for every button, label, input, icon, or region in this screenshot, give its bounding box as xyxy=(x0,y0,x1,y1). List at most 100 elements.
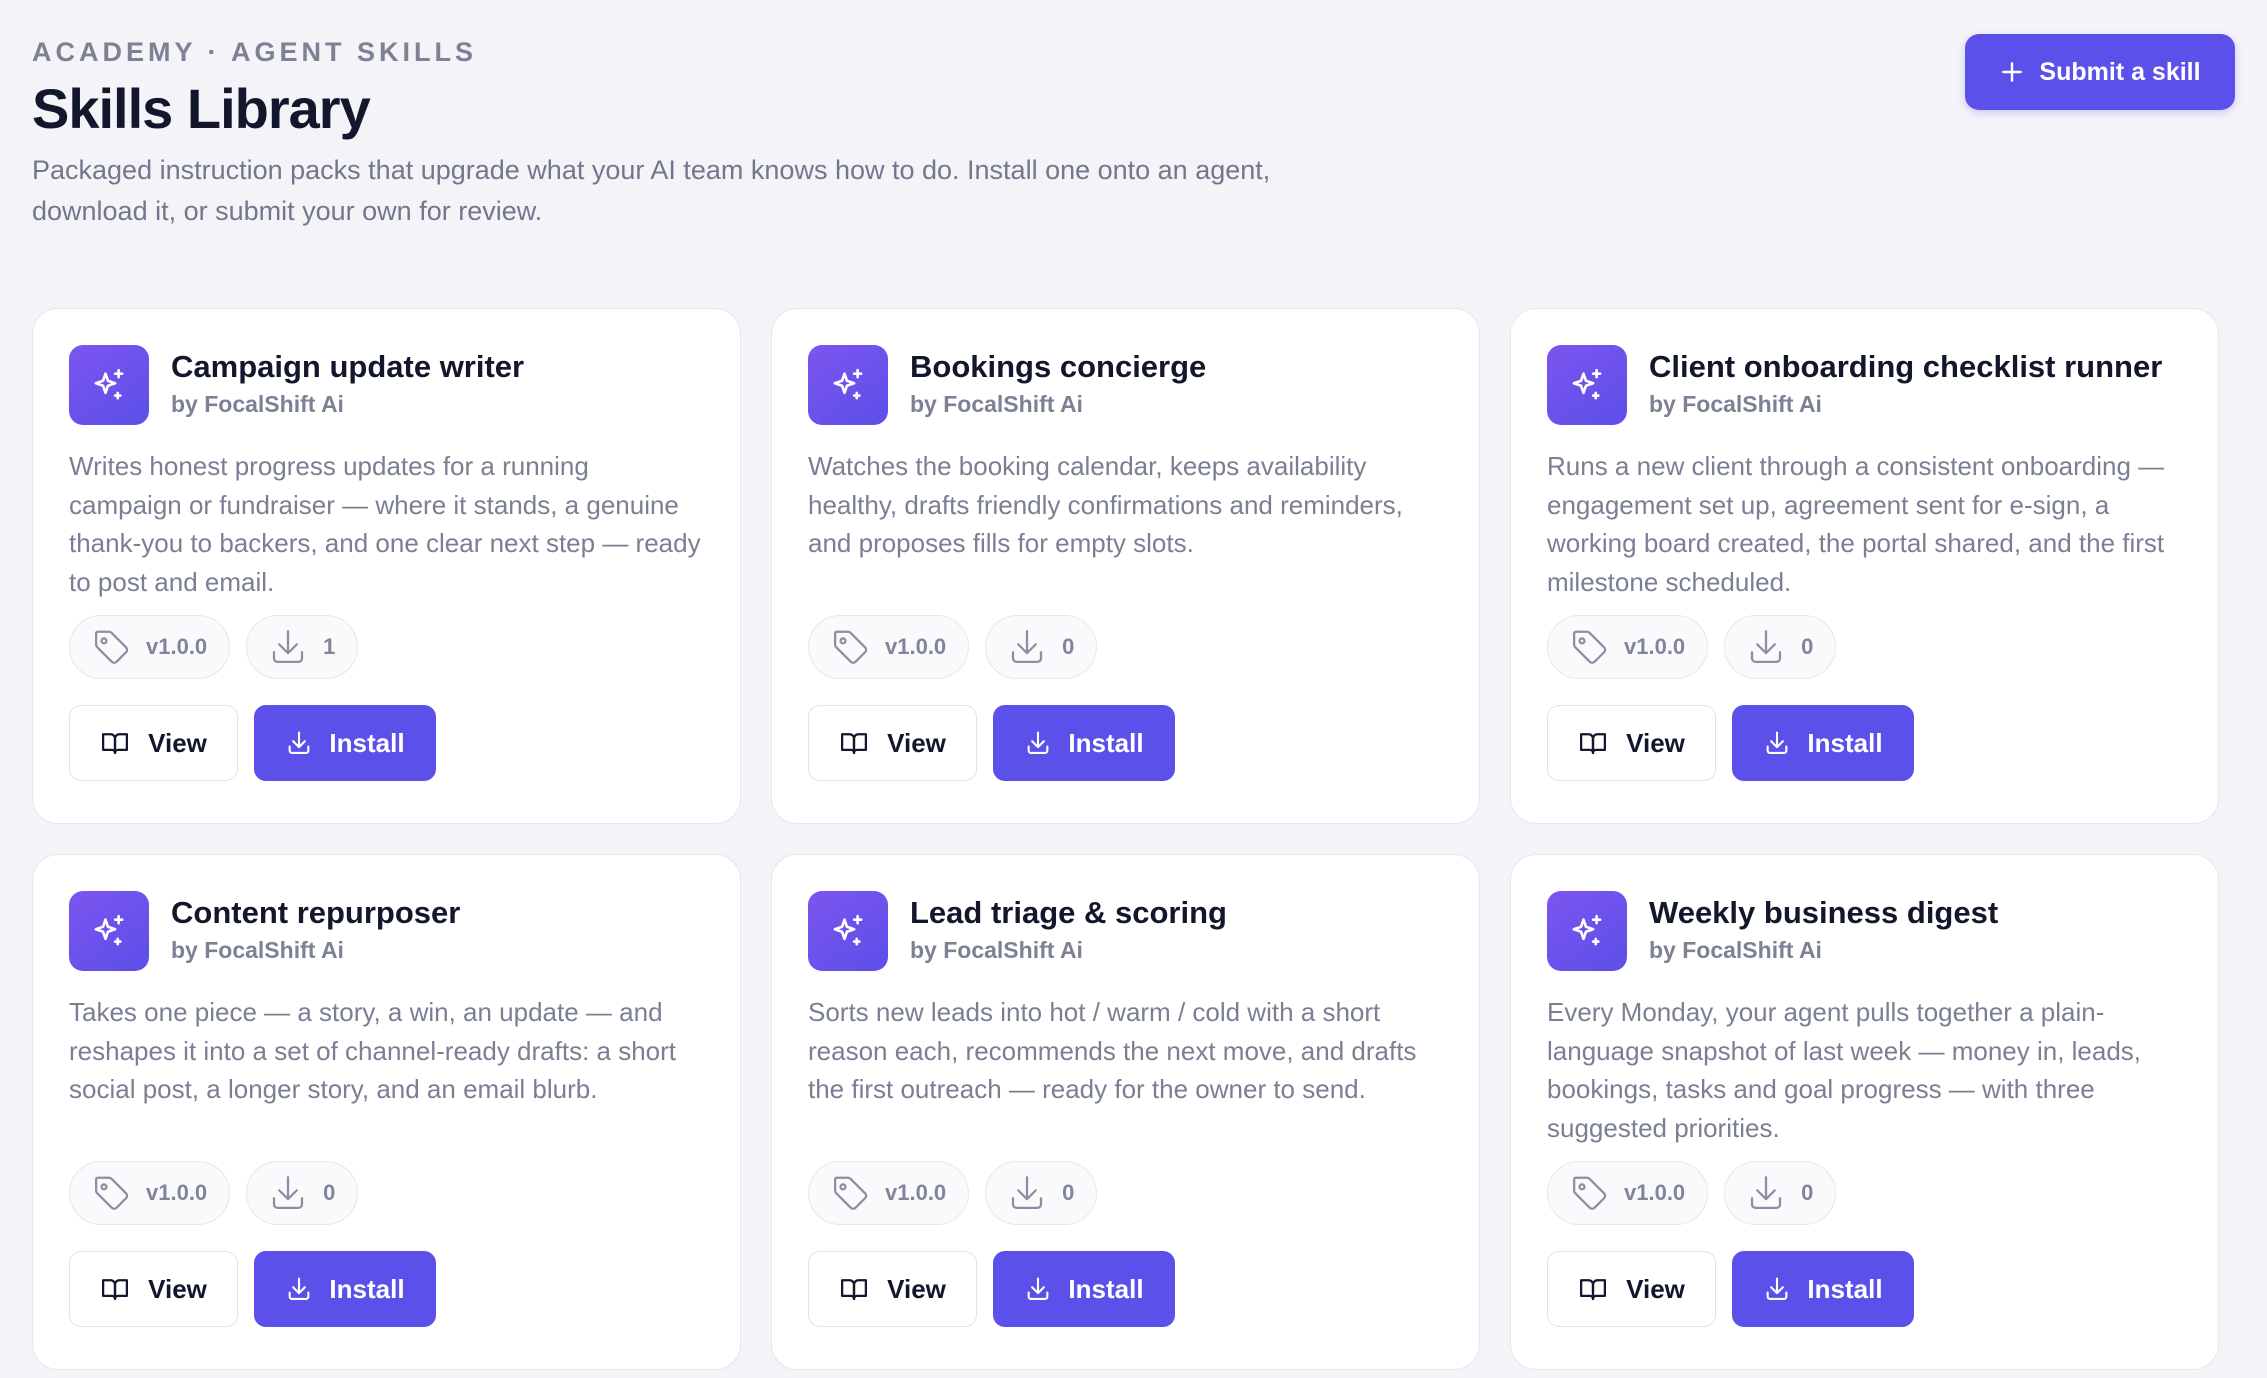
download-count-badge: 0 xyxy=(246,1161,359,1225)
install-label: Install xyxy=(1068,1273,1144,1304)
skill-author: by FocalShift Ai xyxy=(1649,391,1822,417)
download-count-badge: 0 xyxy=(1724,615,1837,679)
tag-icon xyxy=(94,630,129,664)
skill-author: by FocalShift Ai xyxy=(910,391,1083,417)
tag-icon xyxy=(1572,630,1607,664)
skill-title: Bookings concierge xyxy=(910,349,1207,384)
skill-description: Watches the booking calendar, keeps avai… xyxy=(808,451,1403,558)
skill-title: Weekly business digest xyxy=(1649,895,1999,930)
version-text: v1.0.0 xyxy=(1624,634,1686,659)
download-icon xyxy=(1751,630,1782,664)
book-open-icon xyxy=(841,733,868,755)
book-open-icon xyxy=(102,1279,129,1301)
version-badge: v1.0.0 xyxy=(808,1161,970,1225)
skill-description: Takes one piece — a story, a win, an upd… xyxy=(69,997,677,1104)
page-title: Skills Library xyxy=(32,77,371,140)
skill-actions: View Install xyxy=(69,1251,704,1327)
view-button[interactable]: View xyxy=(69,1251,238,1327)
download-count: 0 xyxy=(1062,634,1075,659)
skill-card-header: Client onboarding checklist runner by Fo… xyxy=(1547,345,2182,425)
install-label: Install xyxy=(1807,727,1883,758)
skill-card-header: Lead triage & scoring by FocalShift Ai xyxy=(808,891,1443,971)
tag-icon xyxy=(833,630,868,664)
skill-actions: View Install xyxy=(1547,1251,2182,1327)
skill-card: Campaign update writer by FocalShift Ai … xyxy=(32,308,741,824)
view-button[interactable]: View xyxy=(1547,1251,1716,1327)
download-icon xyxy=(1767,1277,1788,1300)
skill-card-titles: Lead triage & scoring by FocalShift Ai xyxy=(910,891,1227,965)
version-text: v1.0.0 xyxy=(885,1180,947,1205)
skill-card: Bookings concierge by FocalShift Ai Watc… xyxy=(771,308,1480,824)
install-label: Install xyxy=(329,727,405,758)
install-button[interactable]: Install xyxy=(254,1251,436,1327)
skill-card: Lead triage & scoring by FocalShift Ai S… xyxy=(771,854,1480,1370)
download-count: 1 xyxy=(323,634,336,659)
version-text: v1.0.0 xyxy=(885,634,947,659)
skill-card: Content repurposer by FocalShift Ai Take… xyxy=(32,854,741,1370)
skill-meta: v1.0.0 1 xyxy=(69,615,704,679)
version-badge: v1.0.0 xyxy=(1547,615,1709,679)
download-icon xyxy=(1028,731,1049,754)
skill-card-header: Weekly business digest by FocalShift Ai xyxy=(1547,891,2182,971)
version-badge: v1.0.0 xyxy=(1547,1161,1709,1225)
install-label: Install xyxy=(329,1273,405,1304)
skill-meta: v1.0.0 0 xyxy=(808,1161,1443,1225)
skill-card-header: Campaign update writer by FocalShift Ai xyxy=(69,345,704,425)
sparkles-icon xyxy=(69,891,149,971)
version-badge: v1.0.0 xyxy=(808,615,970,679)
sparkles-icon xyxy=(808,345,888,425)
skill-card: Client onboarding checklist runner by Fo… xyxy=(1510,308,2219,824)
view-button[interactable]: View xyxy=(69,705,238,781)
skill-title: Content repurposer xyxy=(171,895,461,930)
view-label: View xyxy=(887,727,946,758)
skill-title: Client onboarding checklist runner xyxy=(1649,349,2163,384)
view-button[interactable]: View xyxy=(808,705,977,781)
skill-card-titles: Client onboarding checklist runner by Fo… xyxy=(1649,345,2162,419)
install-button[interactable]: Install xyxy=(993,705,1175,781)
install-button[interactable]: Install xyxy=(993,1251,1175,1327)
download-icon xyxy=(1012,1176,1043,1210)
download-icon xyxy=(273,1176,304,1210)
download-count-badge: 0 xyxy=(1724,1161,1837,1225)
skills-library-page: ACADEMY · AGENT SKILLS Skills Library Pa… xyxy=(0,0,2267,1378)
sparkles-icon xyxy=(808,891,888,971)
skill-meta: v1.0.0 0 xyxy=(69,1161,704,1225)
skill-card-header: Content repurposer by FocalShift Ai xyxy=(69,891,704,971)
book-open-icon xyxy=(841,1279,868,1301)
skill-description: Writes honest progress updates for a run… xyxy=(69,451,701,597)
download-count-badge: 0 xyxy=(985,615,1098,679)
skill-actions: View Install xyxy=(808,705,1443,781)
install-button[interactable]: Install xyxy=(254,705,436,781)
page-subtitle: Packaged instruction packs that upgrade … xyxy=(32,155,1271,226)
view-button[interactable]: View xyxy=(808,1251,977,1327)
skill-actions: View Install xyxy=(69,705,704,781)
install-button[interactable]: Install xyxy=(1732,705,1914,781)
skill-title: Campaign update writer xyxy=(171,349,525,384)
download-count-badge: 0 xyxy=(985,1161,1098,1225)
tag-icon xyxy=(1572,1176,1607,1210)
sparkles-icon xyxy=(1547,345,1627,425)
view-label: View xyxy=(1626,1273,1685,1304)
download-icon xyxy=(1012,630,1043,664)
submit-skill-button[interactable]: Submit a skill xyxy=(1965,34,2235,110)
install-button[interactable]: Install xyxy=(1732,1251,1914,1327)
book-open-icon xyxy=(1580,1279,1607,1301)
view-label: View xyxy=(1626,727,1685,758)
download-count: 0 xyxy=(1801,634,1814,659)
skill-description: Runs a new client through a consistent o… xyxy=(1547,451,2165,597)
view-label: View xyxy=(148,727,207,758)
skill-author: by FocalShift Ai xyxy=(910,937,1083,963)
version-text: v1.0.0 xyxy=(146,1180,208,1205)
skill-card-titles: Campaign update writer by FocalShift Ai xyxy=(171,345,524,419)
page-header: ACADEMY · AGENT SKILLS Skills Library Pa… xyxy=(32,32,2235,260)
plus-icon xyxy=(2002,62,2023,82)
install-label: Install xyxy=(1807,1273,1883,1304)
skill-card-header: Bookings concierge by FocalShift Ai xyxy=(808,345,1443,425)
skill-meta: v1.0.0 0 xyxy=(1547,1161,2182,1225)
download-count: 0 xyxy=(1062,1180,1075,1205)
view-button[interactable]: View xyxy=(1547,705,1716,781)
skill-author: by FocalShift Ai xyxy=(171,937,344,963)
submit-skill-label: Submit a skill xyxy=(2039,57,2201,86)
skill-description: Every Monday, your agent pulls together … xyxy=(1547,997,2142,1143)
skill-card: Weekly business digest by FocalShift Ai … xyxy=(1510,854,2219,1370)
